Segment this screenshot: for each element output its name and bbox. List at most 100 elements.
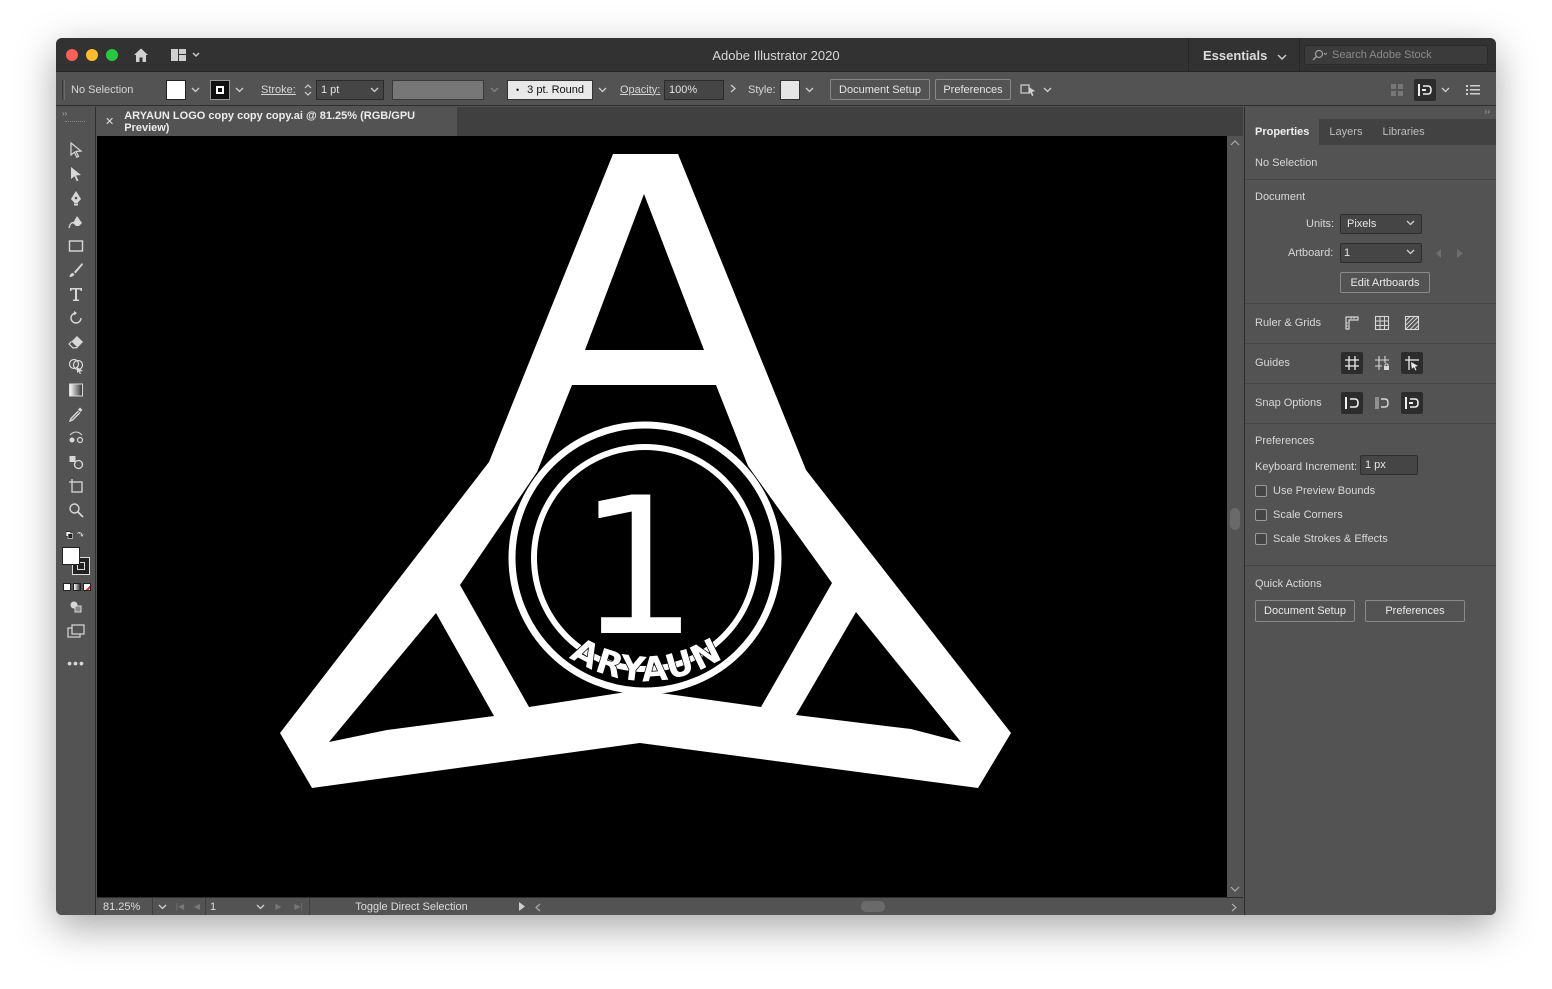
shape-builder-tool-icon[interactable] — [66, 356, 86, 376]
grid-icon[interactable] — [1371, 312, 1393, 334]
previous-artboard-icon[interactable]: ◀ — [194, 902, 200, 911]
snap-to-point-icon[interactable] — [1341, 392, 1363, 414]
last-artboard-icon[interactable]: ▶| — [294, 902, 302, 911]
chevron-down-icon[interactable] — [1043, 85, 1052, 95]
snap-to-pixel-icon[interactable] — [1414, 78, 1436, 101]
fill-color-control[interactable] — [166, 73, 200, 106]
edit-toolbar-icon[interactable]: ••• — [66, 653, 86, 673]
tab-libraries[interactable]: Libraries — [1372, 119, 1434, 145]
chevron-down-icon[interactable] — [805, 85, 814, 95]
scroll-up-icon[interactable] — [1230, 140, 1240, 146]
select-similar-icon[interactable] — [1020, 82, 1038, 98]
type-tool-icon[interactable] — [66, 284, 86, 304]
preferences-button[interactable]: Preferences — [935, 79, 1011, 100]
default-fill-stroke-icon[interactable] — [66, 525, 86, 545]
edit-artboards-button[interactable]: Edit Artboards — [1340, 272, 1430, 293]
pen-tool-icon[interactable] — [66, 188, 86, 208]
first-artboard-icon[interactable]: |◀ — [176, 902, 184, 911]
scroll-down-icon[interactable] — [1230, 886, 1240, 892]
collapse-panel-icon[interactable]: ›› — [62, 109, 67, 118]
chevron-down-icon[interactable] — [235, 85, 244, 95]
workspace-switcher[interactable]: Essentials — [1188, 38, 1300, 72]
chevron-down-icon[interactable] — [251, 904, 269, 910]
chevron-down-icon[interactable] — [153, 904, 171, 910]
lock-guides-icon[interactable] — [1371, 352, 1393, 374]
status-tool-hint[interactable]: Toggle Direct Selection — [309, 898, 513, 915]
chevron-down-icon[interactable] — [1441, 85, 1450, 95]
document-setup-button[interactable]: Document Setup — [830, 79, 930, 100]
color-mode-buttons[interactable] — [63, 583, 91, 591]
vertical-scrollbar[interactable] — [1227, 136, 1243, 897]
quick-preferences-button[interactable]: Preferences — [1365, 600, 1465, 622]
chevron-right-icon[interactable] — [730, 84, 736, 96]
artboard-canvas[interactable]: 1 ARYAUN — [97, 136, 1227, 897]
paintbrush-tool-icon[interactable] — [66, 260, 86, 280]
zoom-field[interactable]: 81.25% — [97, 898, 153, 915]
direct-selection-tool-icon[interactable] — [66, 164, 86, 184]
stroke-label[interactable]: Stroke: — [261, 73, 296, 106]
screen-mode-icon[interactable] — [66, 621, 86, 641]
color-button[interactable] — [63, 583, 71, 591]
draw-mode-icon[interactable] — [66, 597, 86, 617]
use-preview-bounds-checkbox[interactable] — [1255, 485, 1267, 497]
rulers-icon[interactable] — [1341, 312, 1363, 334]
document-tab[interactable]: ✕ ARYAUN LOGO copy copy copy.ai @ 81.25%… — [97, 107, 457, 136]
tab-layers[interactable]: Layers — [1319, 119, 1372, 145]
status-menu-icon[interactable] — [513, 902, 531, 911]
chevron-down-icon[interactable] — [370, 84, 379, 96]
chevron-down-icon[interactable] — [1406, 218, 1415, 228]
smart-guides-icon[interactable] — [1401, 352, 1423, 374]
stroke-weight-field[interactable]: 1 pt — [316, 79, 384, 100]
next-artboard-icon[interactable] — [1457, 249, 1463, 258]
gradient-tool-icon[interactable] — [66, 380, 86, 400]
snap-to-pixel-icon[interactable] — [1401, 392, 1423, 414]
stock-search-input[interactable]: Search Adobe Stock — [1304, 45, 1488, 65]
brush-definition[interactable]: • 3 pt. Round — [507, 73, 607, 106]
opacity-label[interactable]: Opacity: — [620, 73, 660, 106]
zoom-tool-icon[interactable] — [66, 500, 86, 520]
symbol-sprayer-tool-icon[interactable] — [66, 452, 86, 472]
fill-swatch[interactable] — [166, 79, 186, 100]
eyedropper-tool-icon[interactable] — [66, 404, 86, 424]
quick-document-setup-button[interactable]: Document Setup — [1255, 600, 1355, 622]
artboard-next-last[interactable]: ▶ ▶| — [269, 902, 309, 911]
horizontal-scrollbar[interactable] — [531, 898, 1243, 915]
transparency-grid-icon[interactable] — [1401, 312, 1423, 334]
use-preview-bounds-label[interactable]: Use Preview Bounds — [1273, 485, 1375, 497]
selection-tool-icon[interactable] — [66, 140, 86, 160]
keyboard-increment-field[interactable]: 1 px — [1360, 455, 1418, 475]
opacity-field[interactable]: 100% — [664, 79, 724, 100]
tab-properties[interactable]: Properties — [1245, 119, 1320, 145]
variable-width-profile[interactable] — [392, 73, 499, 106]
vertical-scroll-thumb[interactable] — [1230, 508, 1240, 530]
scale-strokes-effects-checkbox[interactable] — [1255, 533, 1267, 545]
brush-field[interactable]: • 3 pt. Round — [507, 79, 593, 100]
transform-align-icon[interactable] — [1390, 73, 1404, 106]
fill-swatch[interactable] — [62, 547, 80, 565]
stepper-arrows-icon[interactable] — [302, 81, 314, 99]
artboard-tool-icon[interactable] — [66, 476, 86, 496]
previous-artboard-icon[interactable] — [1436, 249, 1442, 258]
panel-menu-icon[interactable] — [1466, 73, 1480, 106]
snap-control[interactable] — [1414, 73, 1450, 106]
show-guides-icon[interactable] — [1341, 352, 1363, 374]
eraser-tool-icon[interactable] — [66, 332, 86, 352]
artboard-first-prev[interactable]: |◀ ◀ — [171, 902, 205, 911]
blend-tool-icon[interactable] — [66, 428, 86, 448]
units-select[interactable]: Pixels — [1340, 214, 1422, 234]
scroll-right-icon[interactable] — [1231, 903, 1237, 912]
none-button[interactable] — [83, 583, 91, 591]
scale-corners-label[interactable]: Scale Corners — [1273, 509, 1343, 521]
chevron-down-icon[interactable] — [598, 85, 607, 95]
chevron-down-icon[interactable] — [490, 84, 499, 96]
stroke-weight-stepper[interactable]: 1 pt — [302, 73, 384, 106]
scale-strokes-effects-label[interactable]: Scale Strokes & Effects — [1273, 533, 1388, 545]
snap-to-grid-icon[interactable] — [1371, 392, 1393, 414]
stroke-swatch[interactable] — [210, 79, 230, 100]
collapse-panel-icon[interactable]: ›› — [1485, 107, 1490, 116]
rectangle-tool-icon[interactable] — [66, 236, 86, 256]
scale-corners-checkbox[interactable] — [1255, 509, 1267, 521]
graphic-style-swatch[interactable] — [780, 79, 800, 100]
close-tab-icon[interactable]: ✕ — [105, 115, 114, 128]
artboard-navigation-field[interactable]: 1 — [205, 898, 251, 915]
